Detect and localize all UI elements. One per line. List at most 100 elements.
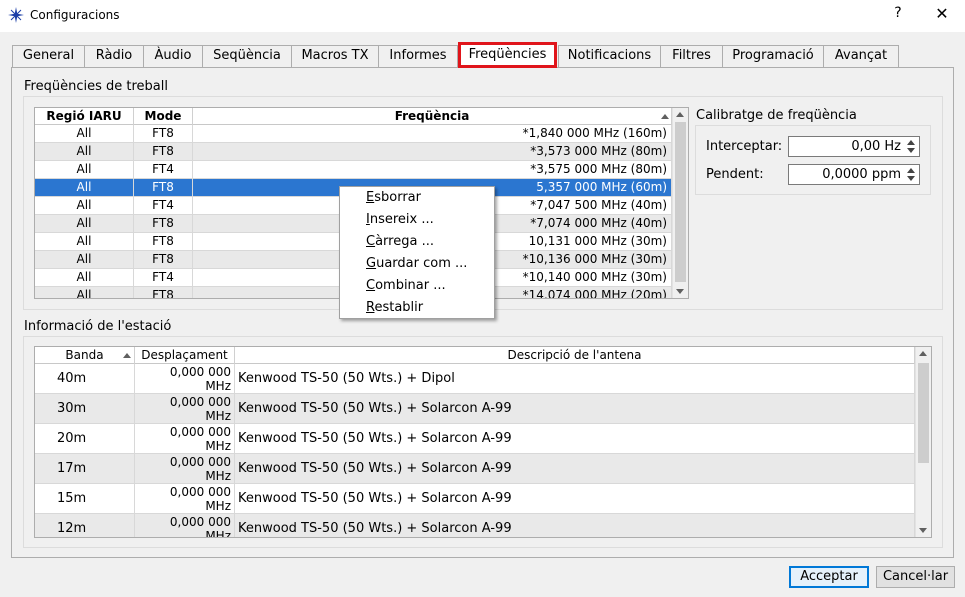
antenna-cell: Kenwood TS-50 (50 Wts.) + Solarcon A-99 bbox=[235, 454, 915, 484]
menu-item-insert[interactable]: Insereix ... bbox=[340, 209, 494, 231]
station-table-scrollbar[interactable] bbox=[915, 347, 931, 537]
region-cell: All bbox=[35, 143, 134, 161]
column-header-band[interactable]: Banda bbox=[35, 347, 135, 364]
column-header-antenna[interactable]: Descripció de l'antena bbox=[235, 347, 915, 364]
offset-value: 0,000 000 bbox=[169, 365, 231, 379]
scroll-up-icon[interactable] bbox=[676, 112, 684, 117]
tab-sequence[interactable]: Seqüència bbox=[202, 45, 292, 67]
spin-up-icon[interactable] bbox=[907, 168, 915, 173]
offset-unit: MHz bbox=[205, 439, 231, 453]
column-header-region[interactable]: Regió IARU bbox=[35, 108, 134, 125]
working-freqs-title: Freqüències de treball bbox=[24, 79, 168, 94]
tab-filters[interactable]: Filtres bbox=[660, 45, 723, 67]
tab-macros-tx[interactable]: Macros TX bbox=[291, 45, 379, 67]
offset-value: 0,000 000 bbox=[169, 425, 231, 439]
column-header-offset[interactable]: Desplaçament bbox=[135, 347, 235, 364]
table-header: Regió IARU Mode Freqüència bbox=[35, 108, 672, 125]
mode-cell: FT4 bbox=[134, 161, 193, 179]
antenna-cell: Kenwood TS-50 (50 Wts.) + Solarcon A-99 bbox=[235, 424, 915, 454]
slope-label: Pendent: bbox=[706, 167, 764, 182]
offset-value: 0,000 000 bbox=[169, 455, 231, 469]
table-row[interactable]: All FT4 *3,575 000 MHz (80m) bbox=[35, 161, 672, 179]
table-row[interactable]: 12m 0,000 000 MHz Kenwood TS-50 (50 Wts.) +… bbox=[35, 514, 915, 538]
offset-unit: MHz bbox=[205, 379, 231, 393]
accept-button[interactable]: Acceptar bbox=[789, 566, 869, 588]
intercept-label: Interceptar: bbox=[706, 139, 783, 154]
table-row[interactable]: 17m 0,000 000 MHz Kenwood TS-50 (50 Wts.) +… bbox=[35, 454, 915, 484]
slope-spinbox[interactable]: 0,0000 ppm bbox=[788, 164, 920, 185]
offset-unit: MHz bbox=[205, 529, 231, 538]
context-menu: Esborrar Insereix ... Càrrega ... Guarda… bbox=[339, 186, 495, 319]
region-cell: All bbox=[35, 161, 134, 179]
cancel-button[interactable]: Cancel·lar bbox=[876, 566, 955, 588]
slope-value: 0,0000 ppm bbox=[822, 167, 901, 182]
spin-down-icon[interactable] bbox=[907, 148, 915, 153]
menu-item-save-as[interactable]: Guardar com ... bbox=[340, 253, 494, 275]
column-header-frequency[interactable]: Freqüència bbox=[193, 108, 672, 125]
sort-ascending-icon bbox=[123, 353, 131, 358]
table-row[interactable]: 30m 0,000 000 MHz Kenwood TS-50 (50 Wts.) +… bbox=[35, 394, 915, 424]
band-cell: 12m bbox=[35, 514, 135, 537]
tab-frequencies[interactable]: Freqüències bbox=[458, 42, 557, 68]
region-cell: All bbox=[35, 179, 134, 197]
tab-scheduling[interactable]: Programació bbox=[722, 45, 824, 67]
scroll-down-icon[interactable] bbox=[919, 528, 927, 533]
tab-general[interactable]: General bbox=[12, 45, 85, 67]
offset-cell: 0,000 000 MHz bbox=[135, 364, 235, 394]
tab-reports[interactable]: Informes bbox=[378, 45, 458, 67]
table-row[interactable]: 40m 0,000 000 MHz Kenwood TS-50 (50 Wts.) +… bbox=[35, 364, 915, 394]
offset-unit: MHz bbox=[205, 499, 231, 513]
offset-unit: MHz bbox=[205, 409, 231, 423]
table-row[interactable]: 15m 0,000 000 MHz Kenwood TS-50 (50 Wts.) +… bbox=[35, 484, 915, 514]
freq-table-scrollbar[interactable] bbox=[672, 108, 688, 298]
app-logo-icon bbox=[8, 7, 24, 23]
table-row[interactable]: All FT8 *1,840 000 MHz (160m) bbox=[35, 125, 672, 143]
frequency-cell: *3,575 000 MHz (80m) bbox=[193, 161, 672, 179]
help-button[interactable]: ? bbox=[889, 5, 907, 21]
mode-cell: FT8 bbox=[134, 215, 193, 233]
tab-advanced[interactable]: Avançat bbox=[823, 45, 899, 67]
spin-up-icon[interactable] bbox=[907, 140, 915, 145]
mode-cell: FT8 bbox=[134, 143, 193, 161]
band-cell: 40m bbox=[35, 364, 135, 394]
offset-cell: 0,000 000 MHz bbox=[135, 394, 235, 424]
calibration-title: Calibratge de freqüència bbox=[696, 108, 857, 123]
menu-item-delete[interactable]: Esborrar bbox=[340, 187, 494, 209]
column-header-mode[interactable]: Mode bbox=[134, 108, 193, 125]
scroll-up-icon[interactable] bbox=[919, 351, 927, 356]
menu-item-load[interactable]: Càrrega ... bbox=[340, 231, 494, 253]
offset-cell: 0,000 000 MHz bbox=[135, 514, 235, 538]
table-row[interactable]: 20m 0,000 000 MHz Kenwood TS-50 (50 Wts.) +… bbox=[35, 424, 915, 454]
mode-cell: FT8 bbox=[134, 125, 193, 143]
tab-radio[interactable]: Ràdio bbox=[84, 45, 144, 67]
mode-cell: FT8 bbox=[134, 287, 193, 298]
scroll-thumb[interactable] bbox=[918, 363, 929, 463]
window-title: Configuracions bbox=[30, 8, 120, 22]
tab-notifications[interactable]: Notificacions bbox=[558, 45, 661, 67]
intercept-value: 0,00 Hz bbox=[851, 139, 901, 154]
table-row[interactable]: All FT8 *3,573 000 MHz (80m) bbox=[35, 143, 672, 161]
offset-value: 0,000 000 bbox=[169, 395, 231, 409]
table-header: Banda Desplaçament Descripció de l'anten… bbox=[35, 347, 915, 364]
band-cell: 17m bbox=[35, 454, 135, 484]
offset-cell: 0,000 000 MHz bbox=[135, 454, 235, 484]
intercept-spinbox[interactable]: 0,00 Hz bbox=[788, 136, 920, 157]
band-cell: 20m bbox=[35, 424, 135, 454]
scroll-thumb[interactable] bbox=[675, 122, 686, 282]
menu-item-merge[interactable]: Combinar ... bbox=[340, 275, 494, 297]
band-cell: 30m bbox=[35, 394, 135, 424]
region-cell: All bbox=[35, 197, 134, 215]
mode-cell: FT8 bbox=[134, 179, 193, 197]
spin-down-icon[interactable] bbox=[907, 176, 915, 181]
close-icon[interactable]: ✕ bbox=[932, 4, 952, 23]
scroll-down-icon[interactable] bbox=[676, 289, 684, 294]
region-cell: All bbox=[35, 287, 134, 298]
offset-unit: MHz bbox=[205, 469, 231, 483]
station-table[interactable]: Banda Desplaçament Descripció de l'anten… bbox=[34, 346, 932, 538]
menu-item-reset[interactable]: Restablir bbox=[340, 297, 494, 319]
region-cell: All bbox=[35, 215, 134, 233]
frequency-cell: *1,840 000 MHz (160m) bbox=[193, 125, 672, 143]
tab-audio[interactable]: Àudio bbox=[143, 45, 203, 67]
region-cell: All bbox=[35, 125, 134, 143]
frequency-cell: *3,573 000 MHz (80m) bbox=[193, 143, 672, 161]
